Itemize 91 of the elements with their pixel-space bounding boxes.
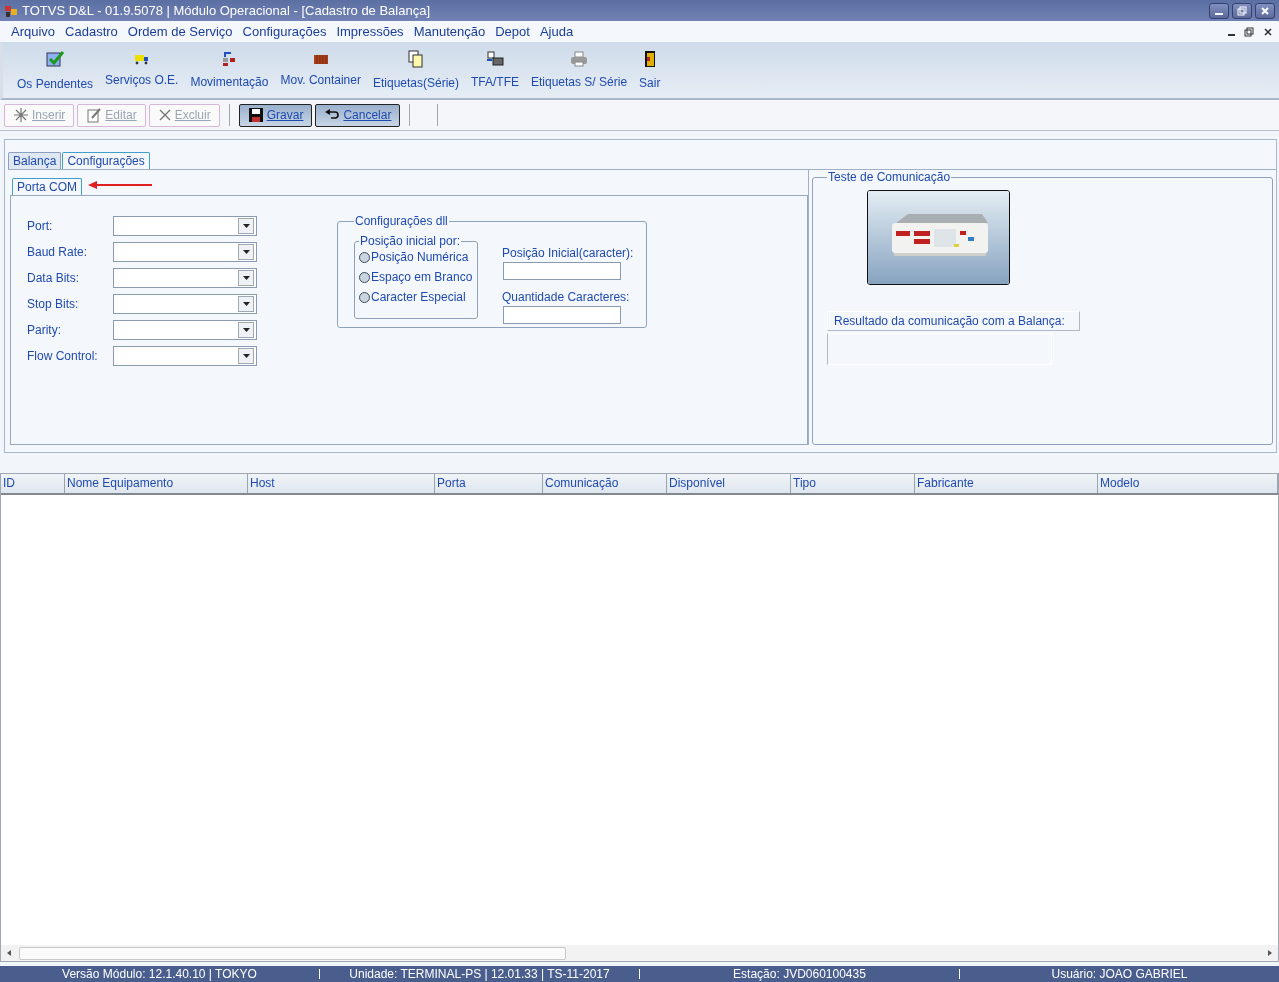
field-label: Quantidade Caracteres: [502, 290, 631, 304]
toolbar-button[interactable]: Etiquetas(Série) [366, 42, 465, 98]
toolbar-button[interactable]: Etiquetas S/ Série [525, 42, 634, 98]
minimize-icon [1215, 13, 1223, 15]
column-header[interactable]: Porta [435, 474, 543, 493]
caret-down-icon [242, 302, 250, 306]
horizontal-scrollbar[interactable] [1, 945, 1278, 961]
menu-item[interactable]: Ajuda [534, 24, 579, 39]
scroll-right-icon[interactable] [1266, 949, 1274, 957]
radio-option[interactable]: Caracter Especial [359, 290, 473, 304]
status-text: Unidade: TERMINAL-PS | 12.01.33 | TS-11-2017 [348, 967, 611, 981]
save-icon [247, 107, 264, 123]
menu-item[interactable]: Manutenção [408, 24, 491, 39]
menu-item[interactable]: Depot [490, 24, 535, 39]
caret-down-icon [242, 224, 250, 228]
dropdown-field[interactable] [112, 216, 257, 236]
printer-icon [486, 51, 504, 67]
caret-down-icon [242, 276, 250, 280]
grid-arrow-icon [221, 51, 238, 67]
status-text: Estação: JVD060100435 [732, 967, 867, 981]
menu-item[interactable]: Configurações [237, 24, 332, 39]
dropdown-field[interactable] [112, 294, 257, 314]
dropdown-field[interactable] [112, 242, 257, 262]
toolbar-button[interactable]: Sair [633, 42, 667, 98]
action-button[interactable]: Cancelar [315, 103, 401, 127]
sparkle-icon [13, 107, 29, 123]
group-title: Posição inicial por: [359, 234, 462, 248]
group-title: Configurações dll [354, 214, 449, 228]
printer-icon [570, 51, 589, 67]
checkbox-icon [45, 49, 66, 69]
toolbar-button[interactable]: Mov. Container [274, 42, 367, 98]
column-header[interactable]: Fabricante [915, 474, 1098, 493]
input-field[interactable] [503, 262, 621, 280]
arrow-icon [88, 181, 154, 189]
close-icon[interactable] [1263, 26, 1273, 37]
tab[interactable]: Balança [8, 152, 62, 169]
restore-icon[interactable] [1244, 26, 1254, 37]
field-label: Stop Bits: [27, 297, 80, 311]
radio-option[interactable]: Posição Numérica [359, 250, 473, 264]
window-title: TOTVS D&L - 01.9.5078 | Módulo Operacional - [Cadastro de Balança] [22, 3, 432, 18]
restore-button[interactable] [1232, 2, 1252, 19]
close-icon [1260, 5, 1270, 16]
column-header[interactable]: Disponível [667, 474, 791, 493]
tab[interactable]: Configurações [62, 152, 150, 169]
scroll-left-icon[interactable] [5, 949, 13, 957]
minimize-icon[interactable] [1228, 33, 1235, 36]
field-label: Parity: [27, 323, 62, 337]
x-icon [157, 108, 172, 122]
dropdown-field[interactable] [112, 268, 257, 288]
undo-icon [324, 108, 341, 122]
status-text: Usuário: JOAO GABRIEL [1050, 967, 1189, 981]
dropdown-field[interactable] [112, 346, 257, 366]
toolbar-button[interactable]: TFA/TFE [465, 42, 525, 98]
column-header[interactable]: ID [1, 474, 65, 493]
status-text: Versão Módulo: 12.1.40.10 | TOKYO [61, 967, 258, 981]
caret-down-icon [242, 354, 250, 358]
action-button[interactable]: Gravar [238, 103, 313, 127]
field-label: Posição Inicial(caracter): [502, 246, 634, 260]
toolbar-button[interactable]: Serviços O.E. [99, 42, 185, 98]
result-label: Resultado da comunicação com a Balança: [827, 311, 1080, 331]
tab[interactable]: Porta COM [12, 178, 82, 195]
radio-option[interactable]: Espaço em Branco [359, 270, 473, 284]
documents-icon [407, 50, 424, 68]
app-icon [4, 3, 18, 18]
edit-icon [86, 107, 103, 123]
exit-door-icon [643, 50, 656, 68]
restore-icon [1237, 5, 1247, 16]
menu-item[interactable]: Ordem de Serviço [122, 24, 238, 39]
menu-item[interactable]: Cadastro [60, 24, 123, 39]
dropdown-field[interactable] [112, 320, 257, 340]
close-button[interactable] [1255, 2, 1275, 19]
column-header[interactable]: Nome Equipamento [65, 474, 248, 493]
caret-down-icon [242, 328, 250, 332]
field-label: Flow Control: [27, 349, 99, 363]
input-field[interactable] [503, 306, 621, 324]
toolbar-button[interactable]: Movimentação [184, 42, 275, 98]
field-label: Data Bits: [27, 271, 81, 285]
menu-item[interactable]: Arquivo [6, 24, 61, 39]
column-header[interactable]: Modelo [1098, 474, 1278, 493]
toolbar-button[interactable]: Os Pendentes [11, 42, 100, 98]
group-title: Teste de Comunicação [827, 170, 952, 184]
column-header[interactable]: Host [248, 474, 435, 493]
minimize-button[interactable] [1209, 2, 1229, 19]
truck-icon [133, 53, 150, 65]
field-label: Baud Rate: [27, 245, 89, 259]
caret-down-icon [242, 250, 250, 254]
field-label: Port: [27, 219, 54, 233]
menu-item[interactable]: Impressões [331, 24, 409, 39]
column-header[interactable]: Tipo [791, 474, 915, 493]
container-icon [312, 53, 329, 65]
column-header[interactable]: Comunicação [543, 474, 667, 493]
